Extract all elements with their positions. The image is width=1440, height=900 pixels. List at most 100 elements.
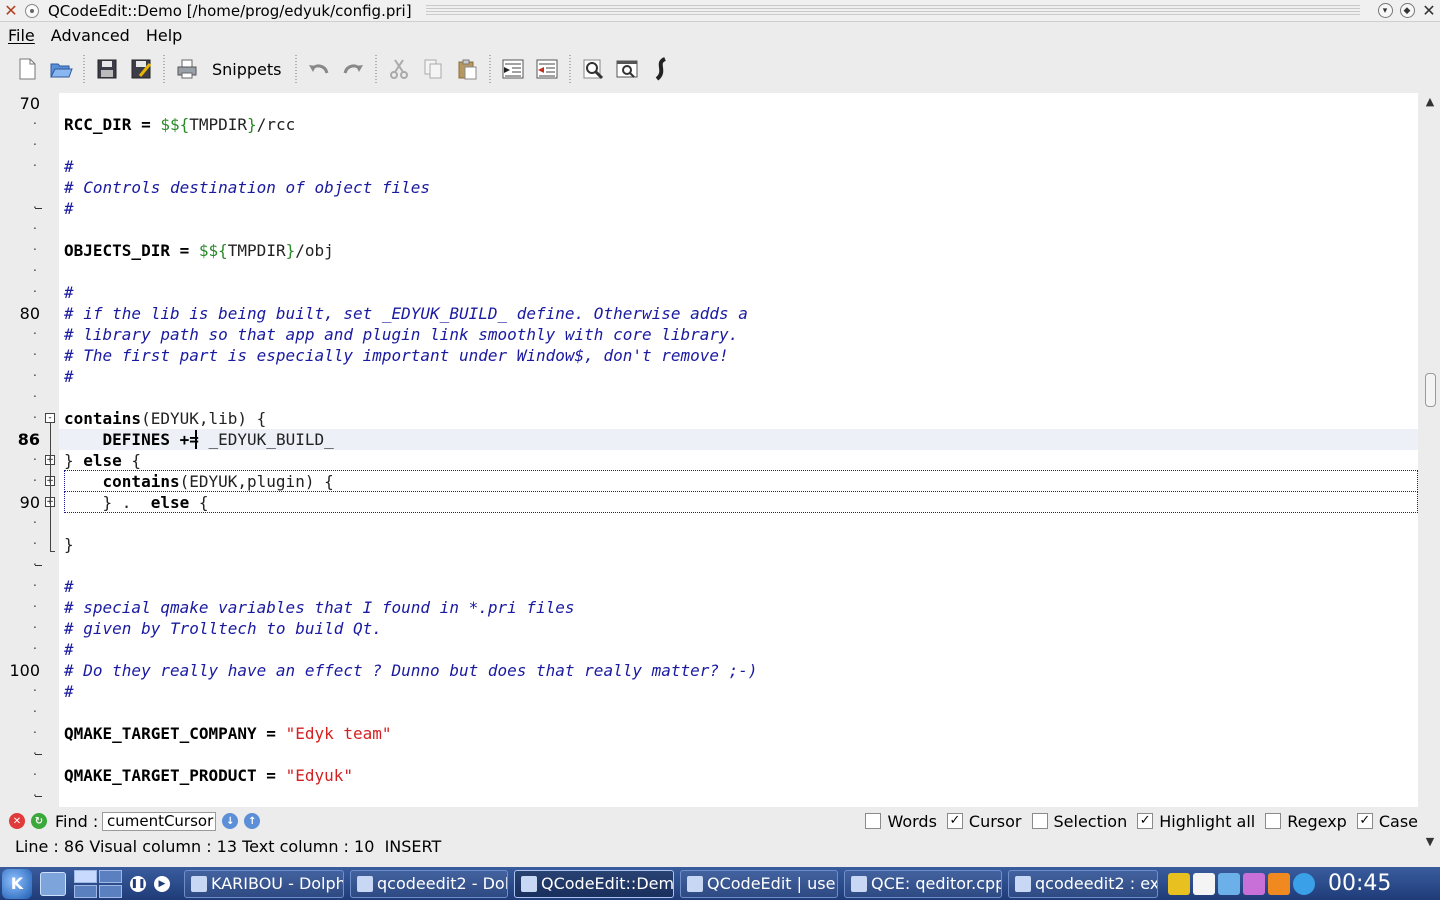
checkbox[interactable]: ✓ (946, 813, 963, 829)
code-line[interactable]: QMAKE_TARGET_COMPANY = "Edyk team" (59, 723, 1418, 744)
find-next-icon[interactable]: ↓ (222, 813, 239, 829)
code-line[interactable] (59, 387, 1418, 408)
taskbar-task[interactable]: QCodeEdit::Demo (514, 869, 674, 898)
taskbar-task[interactable]: KARIBOU - Dolph (184, 869, 344, 898)
code-line[interactable]: # library path so that app and plugin li… (59, 324, 1418, 345)
network-icon[interactable] (1243, 872, 1265, 895)
checkbox[interactable] (1031, 813, 1048, 829)
cut-icon[interactable] (384, 54, 414, 84)
display-icon[interactable] (1218, 872, 1240, 895)
code-line[interactable] (59, 261, 1418, 282)
browser-icon[interactable] (1293, 872, 1315, 895)
unindent-icon[interactable] (532, 54, 562, 84)
desktop-1[interactable] (74, 869, 97, 883)
desktop-pager[interactable] (74, 869, 122, 898)
code-line[interactable]: QMAKE_TARGET_PRODUCT = "Edyuk" (59, 765, 1418, 786)
desktop-4[interactable] (99, 884, 122, 898)
title-drag-area[interactable] (425, 4, 1360, 17)
code-line[interactable]: # Controls destination of object files (59, 177, 1418, 198)
vertical-scrollbar[interactable]: ▲ ▼ (1420, 93, 1440, 853)
checkbox[interactable]: ✓ (1137, 813, 1154, 829)
find-option-case[interactable]: ✓ Case (1356, 812, 1418, 831)
minimize-button[interactable]: ▾ (1374, 0, 1396, 22)
pin-icon[interactable] (22, 1, 42, 21)
replace-icon[interactable] (612, 54, 642, 84)
code-line[interactable]: # (59, 639, 1418, 660)
taskbar-task[interactable]: QCodeEdit | use (680, 869, 838, 898)
code-view[interactable]: RCC_DIR = $${TMPDIR}/rcc # # Controls dest… (59, 93, 1418, 807)
find-icon[interactable] (578, 54, 608, 84)
code-line[interactable]: # special qmake variables that I found i… (59, 597, 1418, 618)
paste-icon[interactable] (452, 54, 482, 84)
save-as-icon[interactable] (126, 54, 156, 84)
find-option-cursor[interactable]: ✓ Cursor (946, 812, 1022, 831)
code-line[interactable] (59, 513, 1418, 534)
snippets-button[interactable]: Snippets (204, 60, 290, 79)
next-track-icon[interactable]: ▶ (154, 875, 170, 892)
copy-icon[interactable] (418, 54, 448, 84)
k-menu-icon[interactable]: K (2, 868, 32, 899)
code-line[interactable] (59, 93, 1418, 114)
scroll-down-icon[interactable]: ▼ (1422, 835, 1438, 849)
feed-icon[interactable] (1268, 872, 1290, 895)
code-line[interactable]: # (59, 681, 1418, 702)
checkbox[interactable] (865, 813, 882, 829)
indent-icon[interactable] (498, 54, 528, 84)
line-number-gutter[interactable]: 70 80 86 90 100............................ -… (0, 93, 59, 807)
code-line[interactable]: # Do they really have an effect ? Dunno … (59, 660, 1418, 681)
pause-icon[interactable]: ❚❚ (130, 875, 146, 892)
code-line[interactable]: # if the lib is being built, set _EDYUK_… (59, 303, 1418, 324)
app-icon[interactable]: ✕ (0, 0, 22, 22)
find-option-regexp[interactable]: Regexp (1265, 812, 1347, 831)
code-line[interactable]: # (59, 366, 1418, 387)
scroll-up-icon[interactable]: ▲ (1422, 95, 1438, 109)
code-line[interactable]: # given by Trolltech to build Qt. (59, 618, 1418, 639)
code-line[interactable]: contains(EDYUK,lib) { (59, 408, 1418, 429)
find-option-highlight-all[interactable]: ✓ Highlight all (1137, 812, 1255, 831)
code-line[interactable]: } else { (59, 450, 1418, 471)
volume-icon[interactable] (1168, 872, 1190, 895)
code-line[interactable]: DEFINES += _EDYUK_BUILD_ (59, 429, 1418, 450)
code-line[interactable]: # (59, 576, 1418, 597)
goto-icon[interactable] (646, 54, 676, 84)
code-line[interactable]: OBJECTS_DIR = $${TMPDIR}/obj (59, 240, 1418, 261)
save-icon[interactable] (92, 54, 122, 84)
redo-icon[interactable] (338, 54, 368, 84)
maximize-button[interactable]: ◆ (1396, 0, 1418, 22)
menu-advanced[interactable]: Advanced (43, 26, 138, 45)
close-find-icon[interactable]: ✕ (9, 813, 25, 829)
find-option-selection[interactable]: Selection (1031, 812, 1127, 831)
code-line[interactable] (59, 219, 1418, 240)
code-line[interactable]: # (59, 198, 1418, 219)
desktop-2[interactable] (99, 869, 122, 883)
print-icon[interactable] (172, 54, 202, 84)
checkbox[interactable] (1265, 813, 1282, 829)
taskbar-task[interactable]: qcodeedit2 : ex (1008, 869, 1158, 898)
find-previous-icon[interactable]: ↑ (244, 813, 261, 829)
undo-icon[interactable] (304, 54, 334, 84)
open-file-icon[interactable] (46, 54, 76, 84)
code-line[interactable]: # (59, 156, 1418, 177)
desktop-3[interactable] (74, 884, 97, 898)
checkbox[interactable]: ✓ (1356, 813, 1373, 829)
fold-collapse-icon[interactable]: - (45, 413, 55, 423)
close-button[interactable]: ✕ (1418, 0, 1440, 22)
taskbar-task[interactable]: QCE: qeditor.cpp (844, 869, 1002, 898)
menu-file[interactable]: File (0, 26, 43, 45)
find-input[interactable]: cumentCursor (102, 811, 217, 831)
find-option-words[interactable]: Words (865, 812, 937, 831)
code-line[interactable]: # (59, 282, 1418, 303)
refresh-find-icon[interactable]: ↻ (31, 813, 47, 829)
code-line[interactable] (59, 744, 1418, 765)
code-line[interactable] (59, 702, 1418, 723)
clipboard-icon[interactable] (1193, 872, 1215, 895)
code-line[interactable]: RCC_DIR = $${TMPDIR}/rcc (59, 114, 1418, 135)
scrollbar-thumb[interactable] (1425, 373, 1436, 407)
code-line[interactable] (59, 555, 1418, 576)
code-line[interactable] (59, 786, 1418, 807)
code-line[interactable]: # The first part is especially important… (59, 345, 1418, 366)
new-file-icon[interactable] (12, 54, 42, 84)
code-line[interactable] (59, 135, 1418, 156)
show-desktop-icon[interactable] (40, 871, 66, 896)
code-line[interactable]: } (59, 534, 1418, 555)
